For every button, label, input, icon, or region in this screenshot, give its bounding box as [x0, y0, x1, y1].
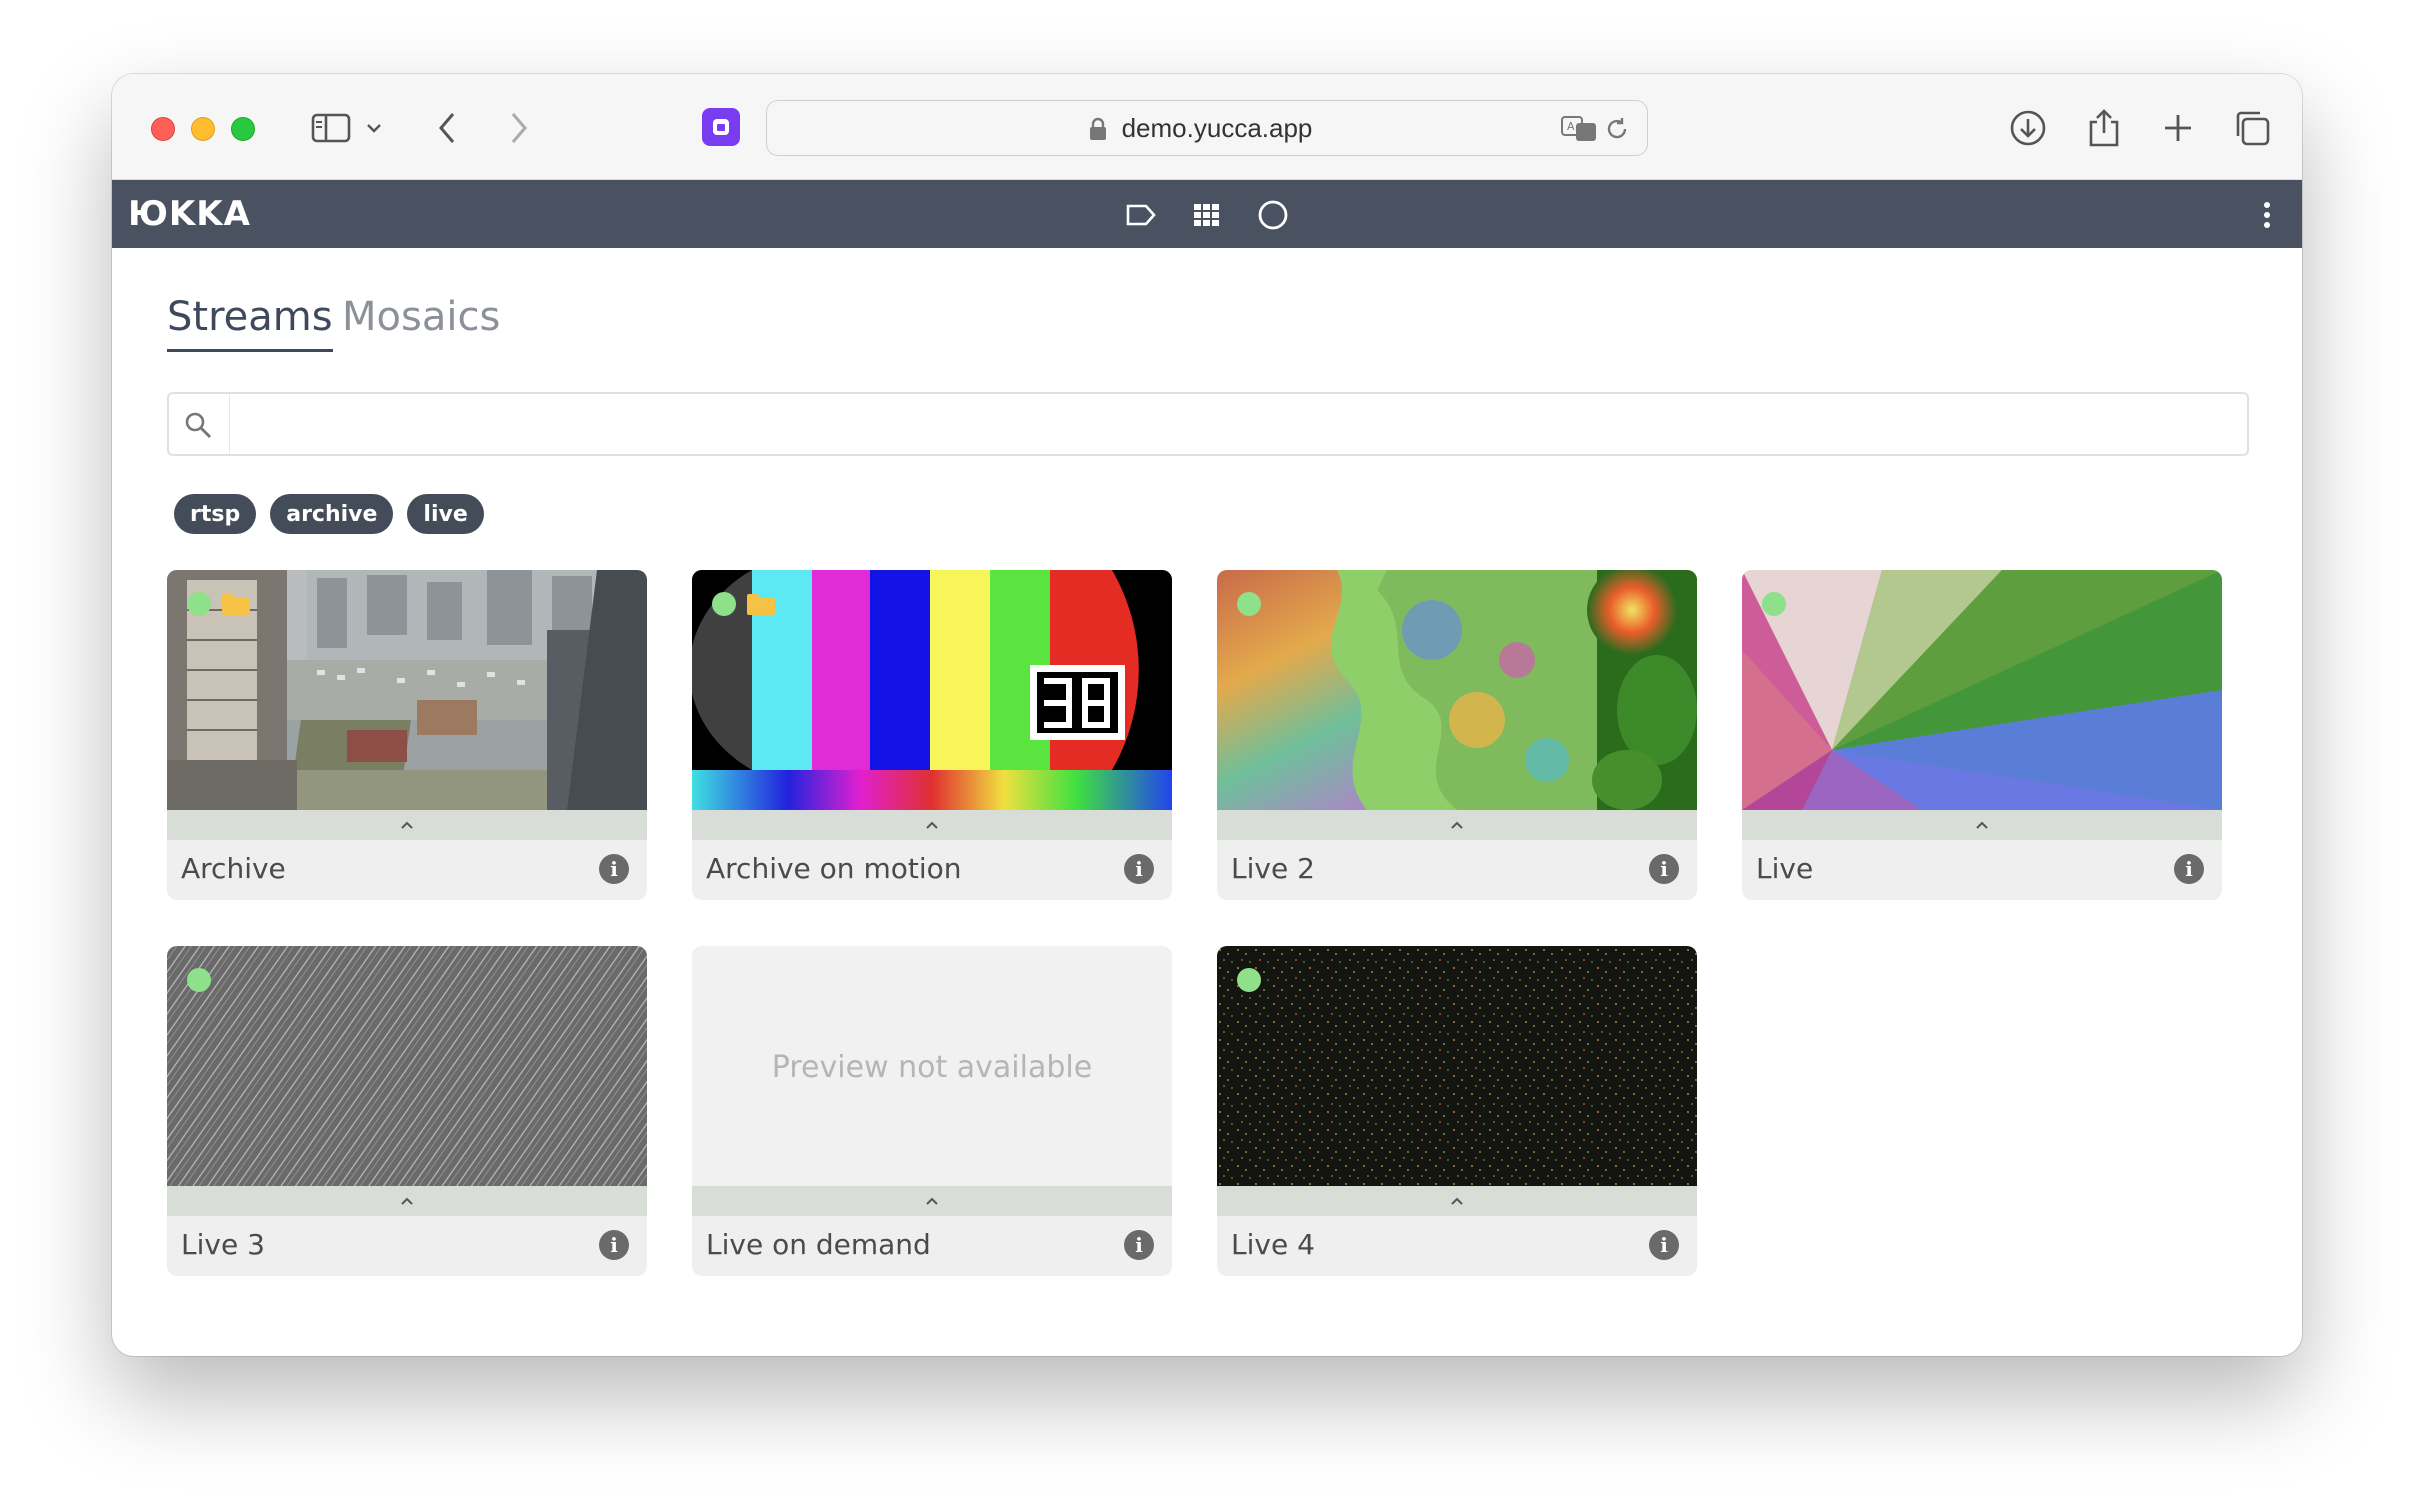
search-divider [229, 394, 230, 454]
stream-card-live-4[interactable]: Live 4 i [1217, 946, 1697, 1276]
archive-folder-icon [221, 592, 251, 616]
more-menu-icon[interactable] [2262, 200, 2272, 234]
chevron-up-icon [401, 821, 413, 829]
expand-strip[interactable] [1217, 1186, 1697, 1216]
stream-title: Live 3 [181, 1228, 265, 1261]
chevron-up-icon [1976, 821, 1988, 829]
expand-strip[interactable] [1217, 810, 1697, 840]
tab-mosaics[interactable]: Mosaics [342, 294, 500, 340]
stream-card-live-3[interactable]: Live 3 i [167, 946, 647, 1276]
expand-strip[interactable] [692, 810, 1172, 840]
grid-icon[interactable] [1190, 198, 1224, 232]
url-text: demo.yucca.app [1121, 113, 1313, 143]
sidebar-toggle-icon[interactable] [308, 104, 354, 152]
new-tab-icon[interactable] [2156, 104, 2200, 152]
stream-title: Live [1756, 852, 1814, 885]
chevron-up-icon [926, 1197, 938, 1205]
info-icon[interactable]: i [1649, 1230, 1679, 1260]
back-icon[interactable] [432, 104, 462, 152]
chip-rtsp[interactable]: rtsp [174, 494, 257, 534]
share-icon[interactable] [2082, 104, 2126, 152]
svg-text:A: A [1567, 120, 1575, 133]
chevron-up-icon [1451, 1197, 1463, 1205]
info-icon[interactable]: i [1124, 854, 1154, 884]
tag-icon[interactable] [1124, 198, 1158, 232]
online-status-dot [187, 968, 211, 992]
stream-card-live-2[interactable]: Live 2 i [1217, 570, 1697, 900]
stream-card-archive-on-motion[interactable]: Archive on motion i [692, 570, 1172, 900]
tag-filter-chips: rtsp archive live [174, 494, 484, 536]
archive-folder-icon [746, 592, 776, 616]
stream-title: Live 2 [1231, 852, 1315, 885]
chevron-up-icon [401, 1197, 413, 1205]
info-icon[interactable]: i [1124, 1230, 1154, 1260]
stream-preview[interactable] [1742, 570, 2222, 810]
expand-strip[interactable] [167, 810, 647, 840]
zoom-window-button[interactable] [231, 117, 255, 141]
stream-preview[interactable] [1217, 570, 1697, 810]
translate-icon[interactable]: A [1561, 115, 1599, 147]
extension-icon[interactable] [702, 108, 740, 146]
stream-card-live[interactable]: Live i [1742, 570, 2222, 900]
download-icon[interactable] [2006, 104, 2050, 152]
stream-preview[interactable] [1217, 946, 1697, 1186]
online-status-dot [1237, 968, 1261, 992]
info-icon[interactable]: i [2174, 854, 2204, 884]
online-status-dot [187, 592, 211, 616]
forward-icon[interactable] [504, 104, 534, 152]
expand-strip[interactable] [167, 1186, 647, 1216]
circle-icon[interactable] [1256, 198, 1290, 232]
app-header: ЮKKA [112, 180, 2302, 248]
tab-streams[interactable]: Streams [167, 294, 333, 352]
chip-live[interactable]: live [407, 494, 484, 534]
online-status-dot [1237, 592, 1261, 616]
stream-title: Live on demand [706, 1228, 931, 1261]
address-bar[interactable]: demo.yucca.app A [766, 100, 1648, 156]
expand-strip[interactable] [692, 1186, 1172, 1216]
info-icon[interactable]: i [599, 1230, 629, 1260]
app-logo[interactable]: ЮKKA [128, 194, 251, 234]
info-icon[interactable]: i [599, 854, 629, 884]
stream-title: Live 4 [1231, 1228, 1315, 1261]
chevron-up-icon [1451, 821, 1463, 829]
stream-card-live-on-demand[interactable]: Preview not available Live on demand i [692, 946, 1172, 1276]
chip-archive[interactable]: archive [270, 494, 394, 534]
stream-preview[interactable] [167, 946, 647, 1186]
chevron-down-icon[interactable] [364, 104, 384, 152]
search-icon [183, 410, 213, 444]
search-box [167, 392, 2249, 456]
online-status-dot [712, 592, 736, 616]
stream-preview[interactable] [692, 570, 1172, 810]
close-window-button[interactable] [151, 117, 175, 141]
expand-strip[interactable] [1742, 810, 2222, 840]
stream-title: Archive [181, 852, 286, 885]
tabs-overview-icon[interactable] [2230, 104, 2274, 152]
preview-unavailable-text: Preview not available [771, 1050, 1093, 1085]
browser-toolbar: demo.yucca.app A [112, 74, 2302, 180]
info-icon[interactable]: i [1649, 854, 1679, 884]
stream-preview[interactable]: Preview not available [692, 946, 1172, 1186]
online-status-dot [1762, 592, 1786, 616]
chevron-up-icon [926, 821, 938, 829]
reload-icon[interactable] [1603, 115, 1631, 147]
stream-title: Archive on motion [706, 852, 962, 885]
minimize-window-button[interactable] [191, 117, 215, 141]
browser-window: demo.yucca.app A ЮKKA Streams Mosaics rt… [112, 74, 2302, 1356]
stream-card-archive[interactable]: Archive i [167, 570, 647, 900]
search-input[interactable] [239, 404, 2219, 444]
stream-preview[interactable] [167, 570, 647, 810]
